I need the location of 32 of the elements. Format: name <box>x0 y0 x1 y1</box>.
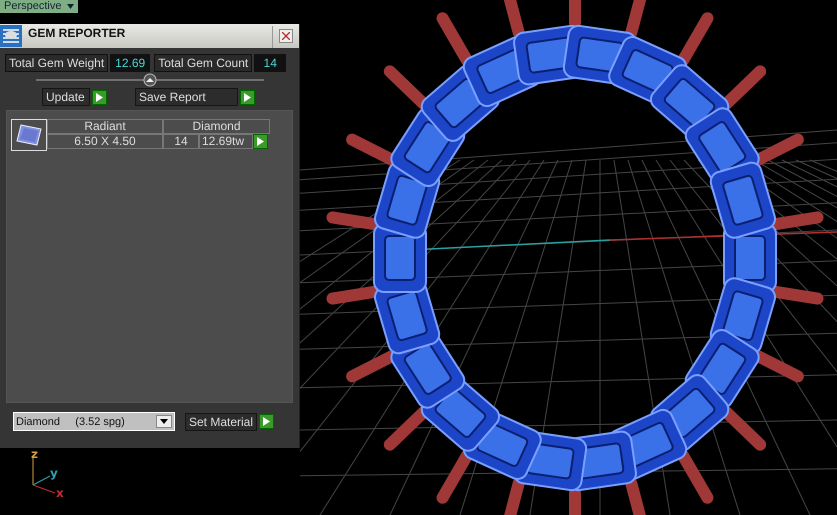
axis-label: y <box>50 466 58 480</box>
table-cell: 6.50 X 4.50 <box>47 134 163 149</box>
play-icon <box>263 417 270 426</box>
axis-label: x <box>56 486 64 498</box>
play-icon <box>244 92 251 102</box>
viewport-tab[interactable]: Perspective <box>0 0 78 13</box>
action-button[interactable]: Set Material <box>185 412 257 430</box>
play-button[interactable] <box>240 90 255 104</box>
stat-value: 12.69 <box>110 54 150 72</box>
table-cell: Diamond <box>163 119 270 134</box>
table-cell: 14 <box>163 134 199 149</box>
stat-value: 14 <box>254 54 286 72</box>
play-button[interactable] <box>92 90 107 104</box>
dropdown-button[interactable] <box>156 415 172 428</box>
splitter-handle[interactable] <box>36 73 264 87</box>
panel-title: GEM REPORTER <box>28 26 273 48</box>
play-icon <box>96 92 103 102</box>
action-button[interactable]: Save Report <box>135 88 238 106</box>
close-button[interactable] <box>279 29 293 43</box>
table-cell: 12.69tw <box>199 134 253 149</box>
action-button[interactable]: Update <box>42 88 90 106</box>
play-button[interactable] <box>253 134 268 149</box>
play-button[interactable] <box>259 414 274 429</box>
play-icon <box>257 137 264 146</box>
stat-label: Total Gem Count <box>154 54 252 72</box>
report-icon <box>0 25 22 47</box>
caret-icon <box>160 419 168 424</box>
stat-label: Total Gem Weight <box>5 54 108 72</box>
material-select[interactable]: Diamond (3.52 spg) <box>13 412 175 431</box>
table-cell: Radiant <box>47 119 163 134</box>
close-icon <box>282 32 290 40</box>
dropdown-icon <box>67 4 74 9</box>
